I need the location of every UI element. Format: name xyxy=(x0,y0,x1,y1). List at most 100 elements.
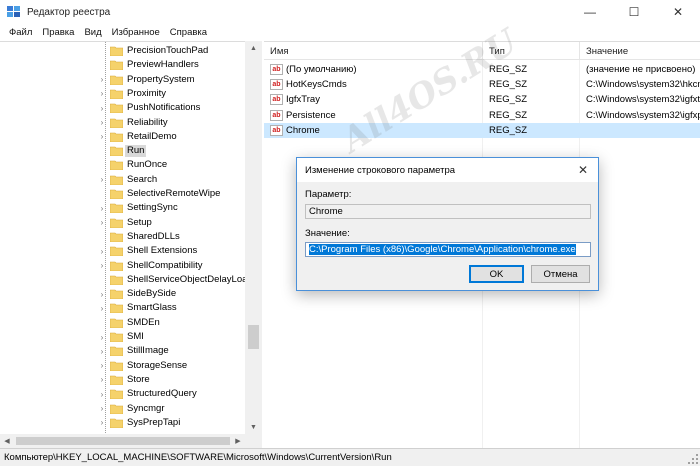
tree-item[interactable]: › SysPrepTapi xyxy=(0,416,245,430)
tree-vertical-scrollbar[interactable]: ▲ ▼ xyxy=(245,41,262,434)
scroll-thumb[interactable] xyxy=(248,325,259,349)
tree-item[interactable]: › Search xyxy=(0,173,245,187)
tree-item[interactable]: › Shell Extensions xyxy=(0,244,245,258)
tree-item-label: SMDEn xyxy=(127,316,160,328)
scroll-down-arrow-icon[interactable]: ▼ xyxy=(245,420,262,434)
value-data: C:\Windows\system32\hkcmd.exe xyxy=(586,79,700,91)
tree-item[interactable]: › SMI xyxy=(0,330,245,344)
parameter-label: Параметр: xyxy=(305,189,352,200)
chevron-right-icon[interactable]: › xyxy=(98,87,106,101)
tree-item[interactable]: › SideBySide xyxy=(0,287,245,301)
chevron-right-icon[interactable]: › xyxy=(98,301,106,315)
chevron-right-icon[interactable]: › xyxy=(98,344,106,358)
folder-icon xyxy=(110,146,123,157)
tree-item[interactable]: › StructuredQuery xyxy=(0,387,245,401)
tree-item[interactable]: › ShellCompatibility xyxy=(0,259,245,273)
scroll-up-arrow-icon[interactable]: ▲ xyxy=(245,41,262,55)
tree-item[interactable]: › Setup xyxy=(0,216,245,230)
chevron-right-icon[interactable]: › xyxy=(98,373,106,387)
chevron-right-icon[interactable]: › xyxy=(98,330,106,344)
menu-edit[interactable]: Правка xyxy=(37,27,79,38)
tree-item-label: ShellCompatibility xyxy=(127,259,203,271)
chevron-right-icon[interactable]: › xyxy=(98,201,106,215)
chevron-right-icon[interactable]: › xyxy=(98,416,106,430)
value-type: REG_SZ xyxy=(489,124,528,136)
scroll-left-arrow-icon[interactable]: ◀ xyxy=(0,434,14,448)
cancel-button[interactable]: Отмена xyxy=(531,265,590,283)
column-header-data[interactable]: Значение xyxy=(580,42,700,60)
tree-item[interactable]: SMDEn xyxy=(0,316,245,330)
tree-item[interactable]: › Store xyxy=(0,373,245,387)
tree-horizontal-scrollbar[interactable]: ◀ ▶ xyxy=(0,434,245,448)
tree-item[interactable]: › RetailDemo xyxy=(0,130,245,144)
tree-item[interactable]: › SettingSync xyxy=(0,201,245,215)
value-row[interactable]: ab Chrome REG_SZ xyxy=(264,122,700,138)
value-row[interactable]: ab Persistence REG_SZ C:\Windows\system32\i… xyxy=(264,108,700,123)
folder-icon xyxy=(110,318,123,328)
maximize-button[interactable]: ☐ xyxy=(612,0,656,24)
menu-favorites[interactable]: Избранное xyxy=(107,27,165,38)
tree-item-label: Reliability xyxy=(127,116,168,128)
folder-icon xyxy=(110,232,123,242)
ok-button[interactable]: OK xyxy=(469,265,524,283)
menu-help[interactable]: Справка xyxy=(165,27,212,38)
tree-item[interactable]: › Proximity xyxy=(0,87,245,101)
scrollbar-corner xyxy=(245,434,262,448)
menu-file[interactable]: Файл xyxy=(4,27,37,38)
column-header-name[interactable]: Имя xyxy=(264,42,482,60)
value-data-input[interactable]: C:\Program Files (x86)\Google\Chrome\App… xyxy=(305,242,591,257)
tree-item[interactable]: PrecisionTouchPad xyxy=(0,44,245,58)
chevron-right-icon[interactable]: › xyxy=(98,216,106,230)
chevron-right-icon[interactable]: › xyxy=(98,359,106,373)
tree-item[interactable]: › Reliability xyxy=(0,116,245,130)
tree-item[interactable]: › SmartGlass xyxy=(0,301,245,315)
column-header-type[interactable]: Тип xyxy=(483,42,579,60)
tree-item[interactable]: › StorageSense xyxy=(0,359,245,373)
chevron-right-icon[interactable]: › xyxy=(98,73,106,87)
value-row[interactable]: ab HotKeysCmds REG_SZ C:\Windows\system32\h… xyxy=(264,77,700,92)
tree-item[interactable]: SelectiveRemoteWipe xyxy=(0,187,245,201)
chevron-right-icon[interactable]: › xyxy=(98,173,106,187)
tree-item-label: SysPrepTapi xyxy=(127,416,181,428)
tree-item[interactable]: › PropertySystem xyxy=(0,73,245,87)
registry-key-tree[interactable]: PrecisionTouchPad PreviewHandlers › Propert… xyxy=(0,41,262,448)
value-row[interactable]: ab (По умолчанию) REG_SZ (значение не присв… xyxy=(264,62,700,77)
tree-item-label: SettingSync xyxy=(127,202,178,214)
value-data-text[interactable]: C:\Program Files (x86)\Google\Chrome\App… xyxy=(309,244,576,255)
chevron-right-icon[interactable]: › xyxy=(98,259,106,273)
value-name: (По умолчанию) xyxy=(286,64,357,75)
chevron-right-icon[interactable]: › xyxy=(98,116,106,130)
chevron-right-icon[interactable]: › xyxy=(98,387,106,401)
tree-item[interactable]: PreviewHandlers xyxy=(0,58,245,72)
value-name: Persistence xyxy=(286,109,336,121)
resize-grip-icon[interactable] xyxy=(688,454,698,464)
close-button[interactable]: ✕ xyxy=(656,0,700,24)
tree-item[interactable]: › StillImage xyxy=(0,344,245,358)
registry-editor-icon xyxy=(7,6,20,17)
string-value-icon: ab xyxy=(270,64,283,75)
tree-item-label: SharedDLLs xyxy=(127,230,180,242)
tree-item[interactable]: SharedDLLs xyxy=(0,230,245,244)
tree-item[interactable]: RunOnce xyxy=(0,158,245,172)
chevron-right-icon[interactable]: › xyxy=(98,402,106,416)
chevron-right-icon[interactable]: › xyxy=(98,101,106,115)
tree-item[interactable]: › PushNotifications xyxy=(0,101,245,115)
scroll-thumb[interactable] xyxy=(16,437,230,445)
value-data: (значение не присвоено) xyxy=(586,64,696,75)
parameter-name-value: Chrome xyxy=(309,206,343,217)
tree-item[interactable]: Run xyxy=(0,144,245,158)
tree-item-label: StructuredQuery xyxy=(127,388,197,400)
tree-item[interactable]: ShellServiceObjectDelayLoad xyxy=(0,273,253,287)
scroll-right-arrow-icon[interactable]: ▶ xyxy=(231,434,245,448)
folder-icon xyxy=(110,89,123,99)
tree-item[interactable]: › Syncmgr xyxy=(0,402,245,416)
chevron-right-icon[interactable]: › xyxy=(98,287,106,301)
value-row[interactable]: ab IgfxTray REG_SZ C:\Windows\system32\igfx… xyxy=(264,92,700,107)
menu-view[interactable]: Вид xyxy=(79,27,106,38)
window-title: Редактор реестра xyxy=(27,6,111,18)
chevron-right-icon[interactable]: › xyxy=(98,244,106,258)
dialog-close-button[interactable]: ✕ xyxy=(568,158,598,182)
minimize-button[interactable]: — xyxy=(568,0,612,24)
tree-item-label: Setup xyxy=(127,216,152,228)
chevron-right-icon[interactable]: › xyxy=(98,130,106,144)
